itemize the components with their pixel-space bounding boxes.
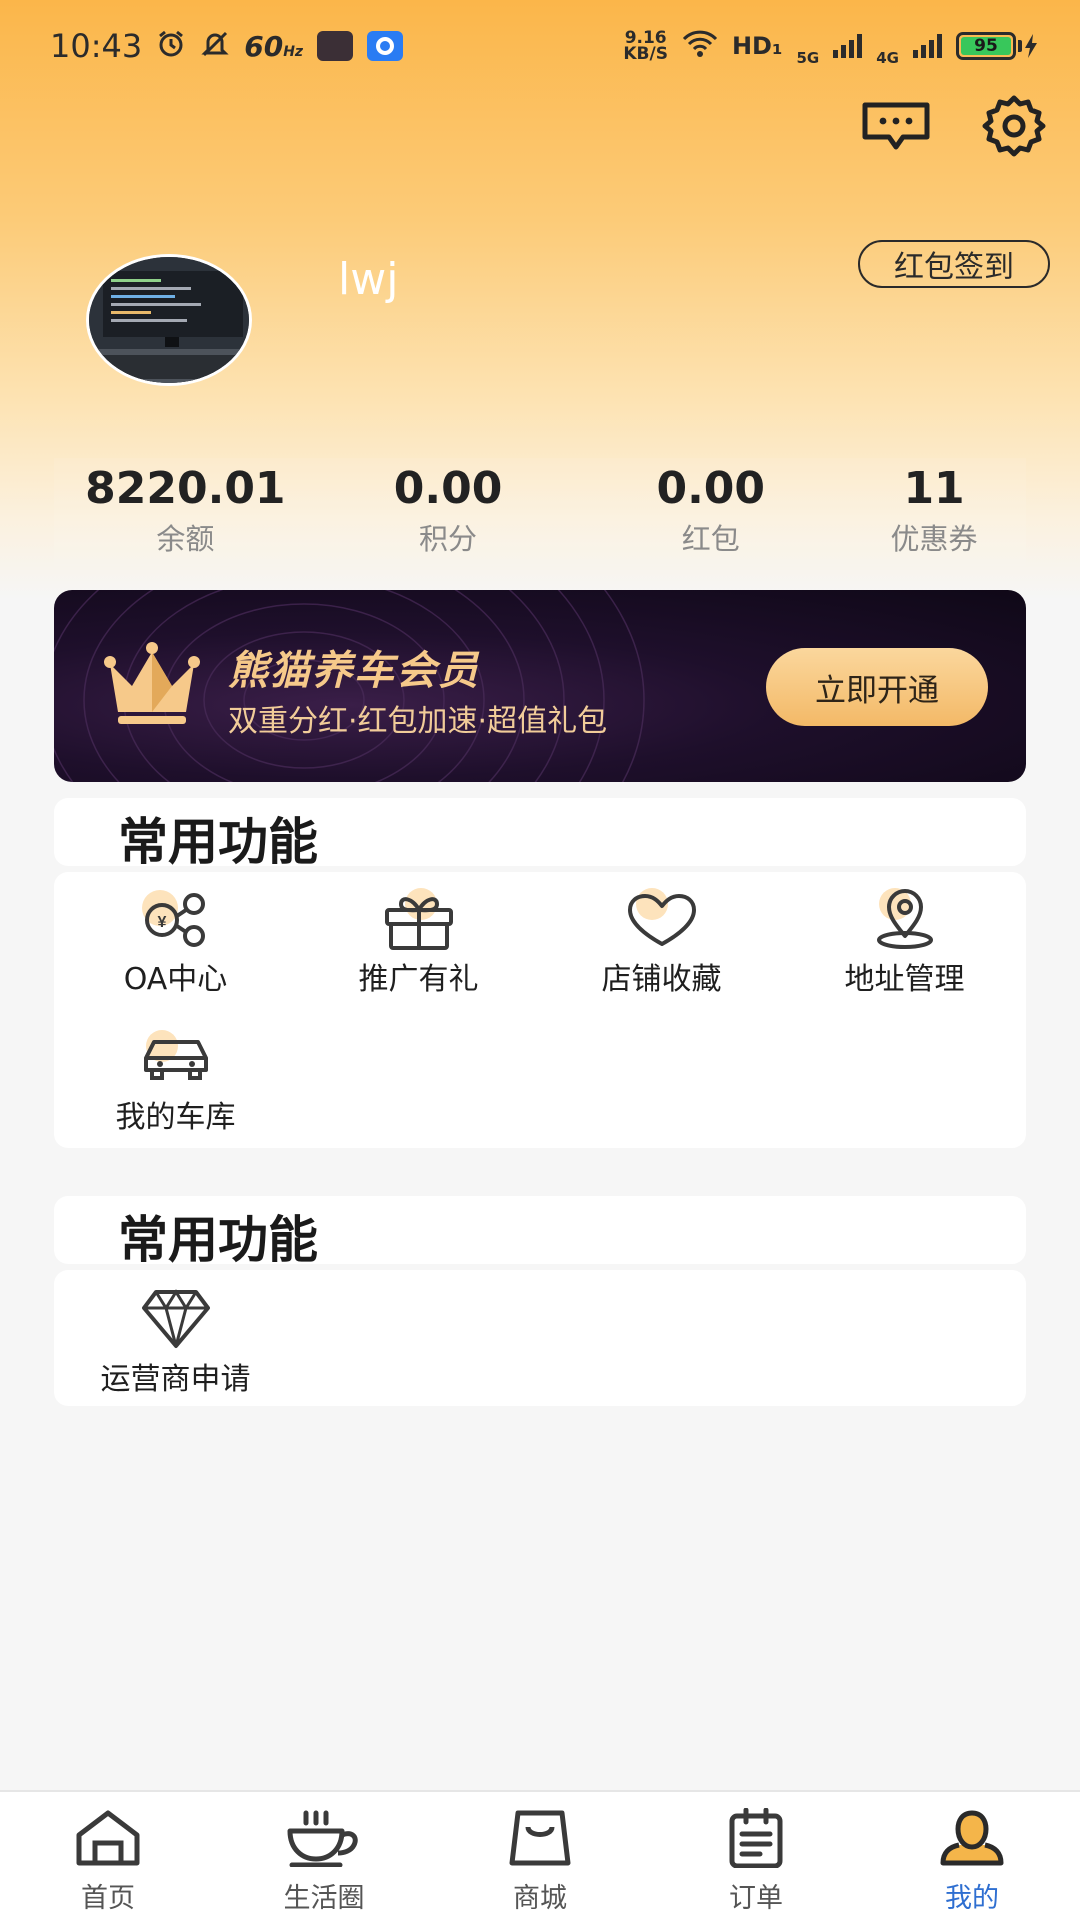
stat-label: 余额 <box>156 522 215 556</box>
signal-label-4g: 4G <box>876 49 899 67</box>
coins-icon: ¥ <box>54 886 297 950</box>
coffee-cup-icon <box>216 1806 432 1870</box>
grid-item-referral-gift[interactable]: 推广有礼 <box>297 886 540 998</box>
net-speed-unit: KB/S <box>623 44 668 64</box>
status-bar-left: 10:43 60Hz <box>50 27 404 65</box>
message-icon[interactable] <box>858 96 934 156</box>
refresh-rate-unit: Hz <box>283 43 304 60</box>
common-functions-grid: ¥ OA中心 推广有礼 店铺收藏 地址管理 我的车库 <box>54 872 1026 1148</box>
diamond-icon <box>54 1286 297 1350</box>
app-notification-icon <box>317 31 354 61</box>
grid-item-label: OA中心 <box>123 962 228 997</box>
tab-label: 订单 <box>729 1883 783 1914</box>
signal-label-5g: 5G <box>796 49 820 67</box>
account-stats: 8220.01 余额 0.00 积分 0.00 红包 11 优惠券 <box>54 458 1026 566</box>
bottom-navigation: 首页 生活圈 商城 订单 我的 <box>0 1790 1080 1920</box>
signal-icon <box>913 34 942 58</box>
user-icon <box>864 1806 1080 1870</box>
stat-balance[interactable]: 8220.01 余额 <box>54 458 317 566</box>
tab-orders[interactable]: 订单 <box>648 1792 864 1920</box>
section-title: 常用功能 <box>118 813 318 871</box>
tab-mall[interactable]: 商城 <box>432 1792 648 1920</box>
battery-icon: 95 <box>956 32 1038 60</box>
tab-label: 商城 <box>513 1883 567 1914</box>
shopping-bag-icon <box>432 1806 648 1870</box>
stat-red-packet[interactable]: 0.00 红包 <box>579 458 842 566</box>
grid-item-label: 店铺收藏 <box>601 962 722 997</box>
activate-now-button[interactable]: 立即开通 <box>766 648 988 726</box>
battery-level: 95 <box>961 37 1011 55</box>
clipboard-icon <box>648 1806 864 1870</box>
section-header: 常用功能 <box>54 1196 1026 1269</box>
vip-title: 熊猫养车会员 <box>228 648 480 694</box>
stat-label: 积分 <box>419 522 478 556</box>
tab-mine[interactable]: 我的 <box>864 1792 1080 1920</box>
grid-item-label: 我的车库 <box>115 1100 236 1135</box>
crown-icon <box>102 640 202 734</box>
location-pin-icon <box>783 886 1026 950</box>
username: lwj <box>338 254 399 305</box>
tab-label: 首页 <box>81 1883 135 1914</box>
grid-item-oa-center[interactable]: ¥ OA中心 <box>54 886 297 998</box>
profile-page: 10:43 60Hz 9.16 KB/S HD₁ 5G 4G 95 lwj 红包… <box>0 0 1080 1920</box>
tab-home[interactable]: 首页 <box>0 1792 216 1920</box>
refresh-rate: 60Hz <box>244 30 303 63</box>
heart-icon <box>540 886 783 950</box>
status-bar-right: 9.16 KB/S HD₁ 5G 4G 95 <box>623 25 1038 67</box>
vip-subtitle: 双重分红·红包加速·超值礼包 <box>228 704 608 739</box>
signal-icon <box>833 34 863 58</box>
stat-label: 红包 <box>681 522 740 556</box>
network-type: HD₁ <box>731 32 783 60</box>
stat-points[interactable]: 0.00 积分 <box>317 458 580 566</box>
stat-coupons[interactable]: 11 优惠券 <box>842 458 1026 566</box>
stat-value: 8220.01 <box>85 463 286 514</box>
tab-label: 我的 <box>945 1883 999 1914</box>
home-icon <box>0 1806 216 1870</box>
stat-value: 0.00 <box>393 463 503 514</box>
wifi-icon <box>682 30 718 62</box>
grid-item-label: 地址管理 <box>844 962 965 997</box>
section-header: 常用功能 <box>54 798 1026 871</box>
stat-value: 0.00 <box>656 463 766 514</box>
avatar[interactable] <box>86 254 252 386</box>
tab-label: 生活圈 <box>283 1883 365 1914</box>
grid-item-address-management[interactable]: 地址管理 <box>783 886 1026 998</box>
settings-gear-icon[interactable] <box>976 95 1052 157</box>
tab-life-circle[interactable]: 生活圈 <box>216 1792 432 1920</box>
red-packet-sign-in-button[interactable]: 红包签到 <box>858 240 1050 288</box>
vip-membership-banner[interactable]: 熊猫养车会员 双重分红·红包加速·超值礼包 立即开通 <box>54 590 1026 782</box>
app-notification-icon <box>367 31 404 61</box>
section-title: 常用功能 <box>118 1211 318 1269</box>
alarm-icon <box>156 29 186 63</box>
grid-item-store-favorites[interactable]: 店铺收藏 <box>540 886 783 998</box>
grid-item-operator-application[interactable]: 运营商申请 <box>54 1286 297 1398</box>
clock: 10:43 <box>50 27 143 65</box>
stat-value: 11 <box>903 463 965 514</box>
stat-label: 优惠券 <box>890 522 978 556</box>
mute-bell-icon <box>200 29 230 63</box>
refresh-rate-value: 60 <box>244 29 284 63</box>
grid-item-label: 运营商申请 <box>100 1362 251 1397</box>
grid-item-my-garage[interactable]: 我的车库 <box>54 1024 297 1136</box>
net-speed: 9.16 KB/S <box>623 30 668 64</box>
grid-item-label: 推广有礼 <box>358 962 479 997</box>
gift-icon <box>297 886 540 950</box>
status-bar: 10:43 60Hz 9.16 KB/S HD₁ 5G 4G 95 <box>0 0 1080 92</box>
operator-functions-grid: 运营商申请 <box>54 1270 1026 1406</box>
svg-text:¥: ¥ <box>157 914 166 931</box>
car-icon <box>54 1024 297 1088</box>
